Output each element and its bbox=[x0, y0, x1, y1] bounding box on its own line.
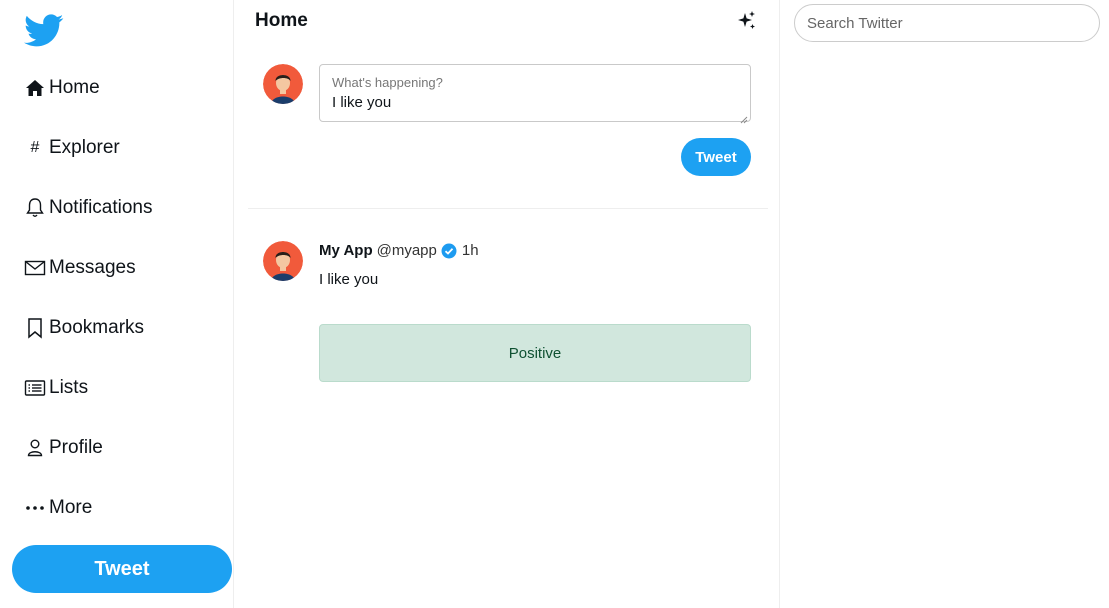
sidebar-item-label: Explorer bbox=[49, 137, 120, 158]
sidebar: Home # Explorer Notifications Messages B… bbox=[0, 0, 234, 608]
hash-icon: # bbox=[30, 139, 40, 156]
post-author-handle[interactable]: @myapp bbox=[377, 242, 437, 259]
compose-textarea[interactable]: What's happening? I like you bbox=[319, 64, 751, 124]
bookmark-icon bbox=[24, 317, 46, 339]
sidebar-item-bookmarks[interactable]: Bookmarks bbox=[24, 311, 144, 345]
sidebar-item-label: More bbox=[49, 497, 93, 518]
envelope-icon bbox=[24, 257, 46, 279]
sidebar-item-profile[interactable]: Profile bbox=[24, 431, 103, 465]
verified-badge-icon bbox=[441, 243, 457, 259]
twitter-logo-icon[interactable] bbox=[24, 14, 64, 50]
post-timestamp: 1h bbox=[461, 242, 479, 259]
search-input[interactable] bbox=[794, 4, 1100, 42]
post-text: I like you bbox=[319, 271, 379, 288]
sparkle-icon[interactable] bbox=[736, 10, 758, 32]
post-author-name[interactable]: My App bbox=[319, 242, 373, 259]
post-header: My App @myapp 1h bbox=[319, 242, 479, 259]
sidebar-item-label: Lists bbox=[49, 377, 89, 398]
sidebar-item-label: Home bbox=[49, 77, 100, 98]
compose-tweet-button[interactable]: Tweet bbox=[681, 138, 751, 176]
sidebar-item-label: Notifications bbox=[49, 197, 153, 218]
divider bbox=[248, 208, 768, 209]
sidebar-item-explorer[interactable]: # Explorer bbox=[24, 131, 120, 165]
sidebar-tweet-button[interactable]: Tweet bbox=[12, 545, 232, 593]
sidebar-item-lists[interactable]: Lists bbox=[24, 371, 88, 405]
sidebar-item-home[interactable]: Home bbox=[24, 71, 100, 105]
sidebar-item-messages[interactable]: Messages bbox=[24, 251, 136, 285]
compose-value: I like you bbox=[332, 94, 392, 111]
sidebar-item-notifications[interactable]: Notifications bbox=[24, 191, 153, 225]
list-icon bbox=[24, 377, 46, 399]
main-feed: Home What's happening? I like you Tweet bbox=[248, 0, 780, 608]
sidebar-item-label: Bookmarks bbox=[49, 317, 145, 338]
sidebar-item-more[interactable]: More bbox=[24, 491, 92, 525]
compose-placeholder: What's happening? bbox=[332, 75, 443, 90]
person-icon bbox=[24, 437, 46, 459]
home-icon bbox=[24, 77, 46, 99]
avatar[interactable] bbox=[263, 64, 303, 104]
resize-grip-icon[interactable] bbox=[740, 111, 748, 124]
sentiment-result: Positive bbox=[319, 324, 751, 382]
sidebar-item-label: Messages bbox=[49, 257, 136, 278]
page-title: Home bbox=[255, 10, 308, 31]
more-icon bbox=[24, 497, 46, 519]
sidebar-item-label: Profile bbox=[49, 437, 103, 458]
post-avatar[interactable] bbox=[263, 241, 303, 281]
bell-icon bbox=[24, 197, 46, 219]
